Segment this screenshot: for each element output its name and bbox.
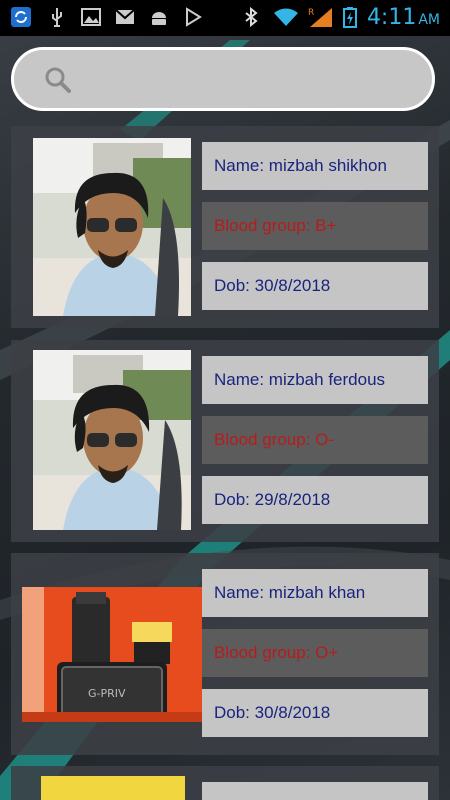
- person-blood-group: Blood group: B+: [202, 202, 428, 250]
- clock-time: 4:11: [366, 5, 417, 30]
- wifi-icon: [274, 8, 298, 26]
- person-photo: [33, 138, 191, 316]
- gallery-icon: [81, 8, 101, 26]
- person-photo: [41, 776, 185, 800]
- selfie-photo: [33, 138, 191, 316]
- person-name: Name: mizbah khan: [202, 569, 428, 617]
- person-photo: G-PRIV: [22, 587, 202, 722]
- person-blood-group: Blood group: O+: [202, 629, 428, 677]
- person-name: Name: mizbah shikhon: [202, 142, 428, 190]
- person-card[interactable]: Name: mizbah shikhon Blood group: B+ Dob…: [11, 126, 439, 328]
- person-dob: Dob: 29/8/2018: [202, 476, 428, 524]
- play-store-icon: [186, 7, 202, 27]
- device-logo-text: G-PRIV: [88, 687, 126, 700]
- person-dob: Dob: 30/8/2018: [202, 262, 428, 310]
- search-input[interactable]: [88, 60, 412, 100]
- person-card[interactable]: [11, 766, 439, 800]
- person-blood-group: Blood group: O-: [202, 416, 428, 464]
- gmail-icon: [115, 9, 135, 24]
- usb-icon: [52, 8, 62, 27]
- search-icon: [45, 67, 71, 93]
- person-photo: [33, 350, 191, 530]
- svg-text:R: R: [308, 8, 314, 18]
- person-name: Name: mizbah ferdous: [202, 356, 428, 404]
- device-photo: G-PRIV: [22, 587, 202, 722]
- battery-icon: [343, 7, 357, 28]
- person-dob: Dob: 30/8/2018: [202, 689, 428, 737]
- clock-ampm: AM: [418, 12, 440, 28]
- sync-icon: [11, 7, 31, 27]
- signal-icon: R: [308, 8, 332, 27]
- person-card[interactable]: Name: mizbah ferdous Blood group: O- Dob…: [11, 340, 439, 542]
- status-bar: R 4:11 AM: [0, 0, 450, 36]
- selfie-photo: [33, 350, 191, 530]
- person-name-partial: [202, 782, 428, 800]
- status-clock: 4:11 AM: [367, 5, 440, 30]
- bluetooth-icon: [245, 6, 258, 28]
- person-card[interactable]: G-PRIV Name: mizbah khan Blood group: O+…: [11, 553, 439, 755]
- search-bar[interactable]: [11, 47, 435, 111]
- android-icon: [152, 12, 166, 25]
